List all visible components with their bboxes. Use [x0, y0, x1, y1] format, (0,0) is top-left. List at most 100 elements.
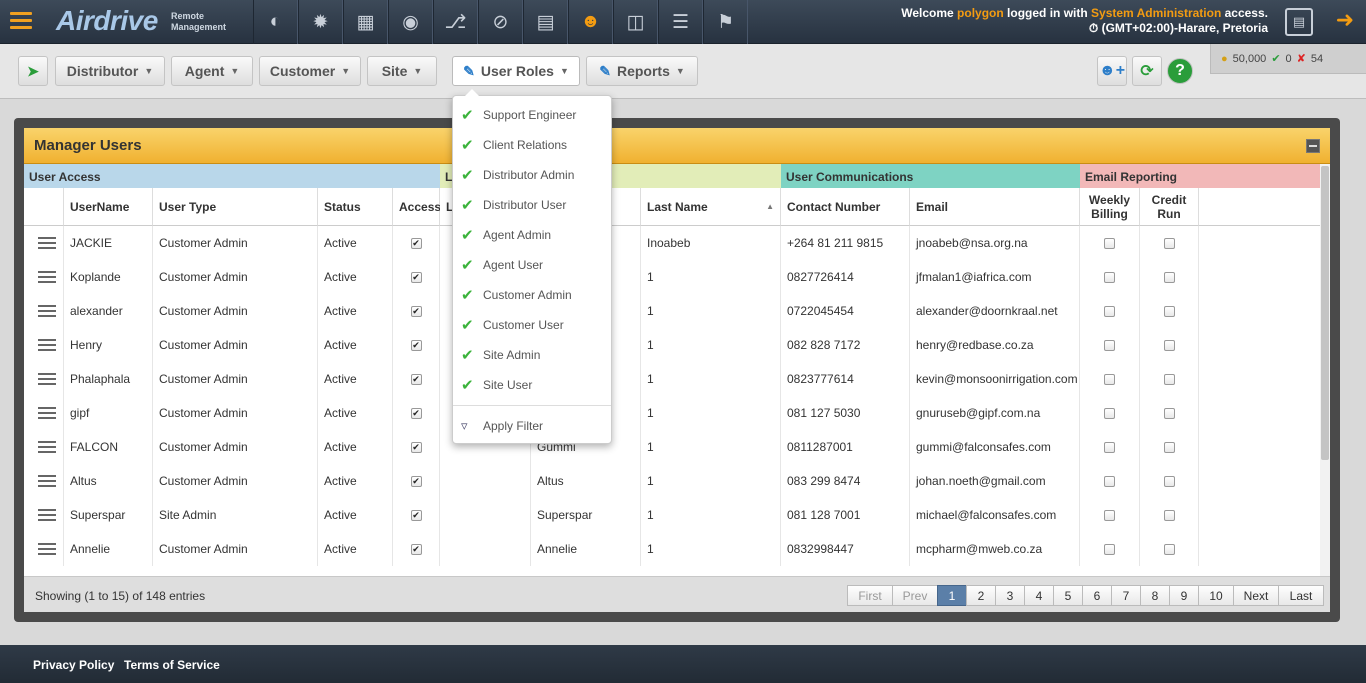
users-icon[interactable]: ☻	[568, 0, 613, 44]
document-icon[interactable]: ▤	[523, 0, 568, 44]
credit-run-checkbox[interactable]	[1163, 441, 1175, 453]
access-checkbox[interactable]: ✔	[410, 543, 422, 555]
apply-filter-item[interactable]: ▿ Apply Filter	[453, 411, 611, 441]
speedometer-icon[interactable]: ◐	[253, 0, 298, 44]
role-item-distributor-user[interactable]: ✔ Distributor User	[453, 190, 611, 220]
access-checkbox[interactable]: ✔	[410, 237, 422, 249]
header-status[interactable]: Status	[318, 188, 393, 226]
role-item-agent-user[interactable]: ✔ Agent User	[453, 250, 611, 280]
bell-icon[interactable]: ⚑	[703, 0, 748, 44]
row-menu-icon[interactable]	[24, 260, 64, 294]
table-row[interactable]: gipf Customer Admin Active ✔ 1 081 127 5030 gn…	[24, 396, 1320, 430]
table-row[interactable]: JACKIE Customer Admin Active ✔ Inoabeb +264 8…	[24, 226, 1320, 260]
page-2[interactable]: 2	[966, 585, 996, 606]
page-prev[interactable]: Prev	[892, 585, 938, 606]
user-roles-dropdown[interactable]: ✎ User Roles ▼	[452, 56, 580, 86]
table-row[interactable]: Koplande Customer Admin Active ✔ 1 0827726414…	[24, 260, 1320, 294]
access-checkbox[interactable]: ✔	[410, 407, 422, 419]
profile-card-icon[interactable]: ▤	[1285, 8, 1313, 36]
row-menu-icon[interactable]	[24, 464, 64, 498]
row-menu-icon[interactable]	[24, 328, 64, 362]
header-user-type[interactable]: User Type	[153, 188, 318, 226]
row-menu-icon[interactable]	[24, 362, 64, 396]
no-dollar-icon[interactable]: ⊘	[478, 0, 523, 44]
role-item-site-user[interactable]: ✔ Site User	[453, 370, 611, 400]
weekly-billing-checkbox[interactable]	[1104, 475, 1115, 487]
weekly-billing-checkbox[interactable]	[1104, 237, 1115, 249]
row-menu-icon[interactable]	[24, 294, 64, 328]
weekly-billing-checkbox[interactable]	[1104, 305, 1115, 317]
access-checkbox[interactable]: ✔	[410, 339, 422, 351]
privacy-policy-link[interactable]: Privacy Policy	[33, 658, 114, 672]
page-10[interactable]: 10	[1198, 585, 1234, 606]
table-row[interactable]: FALCON Customer Admin Active ✔ Gummi 1 0811287…	[24, 430, 1320, 464]
table-row[interactable]: Superspar Site Admin Active ✔ Superspar 1 081 …	[24, 498, 1320, 532]
help-icon[interactable]: ?	[1167, 58, 1193, 84]
table-row[interactable]: Henry Customer Admin Active ✔ 1 082 828 7172 h…	[24, 328, 1320, 362]
access-checkbox[interactable]: ✔	[410, 271, 422, 283]
role-item-support-engineer[interactable]: ✔ Support Engineer	[453, 100, 611, 130]
page-9[interactable]: 9	[1169, 585, 1199, 606]
add-user-icon[interactable]: ☻+	[1097, 56, 1127, 86]
hamburger-menu-icon[interactable]	[10, 12, 32, 32]
page-5[interactable]: 5	[1053, 585, 1083, 606]
page-4[interactable]: 4	[1024, 585, 1054, 606]
distributor-dropdown[interactable]: Distributor ▼	[55, 56, 165, 86]
credit-run-checkbox[interactable]	[1163, 407, 1175, 419]
table-row[interactable]: Altus Customer Admin Active ✔ Altus 1 083 299 …	[24, 464, 1320, 498]
page-first[interactable]: First	[847, 585, 893, 606]
book-icon[interactable]: ◫	[613, 0, 658, 44]
signpost-icon[interactable]: ➤	[18, 56, 48, 86]
eye-icon[interactable]: ◉	[388, 0, 433, 44]
role-item-distributor-admin[interactable]: ✔ Distributor Admin	[453, 160, 611, 190]
customer-dropdown[interactable]: Customer ▼	[259, 56, 361, 86]
credit-run-checkbox[interactable]	[1163, 509, 1175, 521]
table-row[interactable]: alexander Customer Admin Active ✔ 1 072204545…	[24, 294, 1320, 328]
minimize-icon[interactable]	[1306, 139, 1320, 153]
page-1[interactable]: 1	[937, 585, 967, 606]
page-7[interactable]: 7	[1111, 585, 1141, 606]
page-8[interactable]: 8	[1140, 585, 1170, 606]
page-3[interactable]: 3	[995, 585, 1025, 606]
weekly-billing-checkbox[interactable]	[1104, 339, 1115, 351]
page-last[interactable]: Last	[1278, 585, 1324, 606]
credit-run-checkbox[interactable]	[1163, 475, 1175, 487]
access-checkbox[interactable]: ✔	[410, 305, 422, 317]
weekly-billing-checkbox[interactable]	[1104, 441, 1115, 453]
weekly-billing-checkbox[interactable]	[1104, 407, 1115, 419]
gear-burst-icon[interactable]: ✹	[298, 0, 343, 44]
role-item-client-relations[interactable]: ✔ Client Relations	[453, 130, 611, 160]
weekly-billing-checkbox[interactable]	[1104, 271, 1115, 283]
page-6[interactable]: 6	[1082, 585, 1112, 606]
weekly-billing-checkbox[interactable]	[1104, 509, 1115, 521]
network-icon[interactable]: ⎇	[433, 0, 478, 44]
header-last-name[interactable]: Last Name ▲	[641, 188, 781, 226]
credit-run-checkbox[interactable]	[1163, 237, 1175, 249]
row-menu-icon[interactable]	[24, 498, 64, 532]
header-contact[interactable]: Contact Number	[781, 188, 910, 226]
role-item-agent-admin[interactable]: ✔ Agent Admin	[453, 220, 611, 250]
page-next[interactable]: Next	[1233, 585, 1279, 606]
access-checkbox[interactable]: ✔	[410, 373, 422, 385]
credit-run-checkbox[interactable]	[1163, 305, 1175, 317]
grid-icon[interactable]: ▦	[343, 0, 388, 44]
refresh-icon[interactable]: ⟳	[1132, 56, 1162, 86]
weekly-billing-checkbox[interactable]	[1104, 373, 1115, 385]
credit-run-checkbox[interactable]	[1163, 339, 1175, 351]
credit-run-checkbox[interactable]	[1163, 543, 1175, 555]
terms-link[interactable]: Terms of Service	[124, 658, 220, 672]
reports-dropdown[interactable]: ✎ Reports ▼	[586, 56, 698, 86]
access-checkbox[interactable]: ✔	[410, 441, 422, 453]
row-menu-icon[interactable]	[24, 396, 64, 430]
row-menu-icon[interactable]	[24, 430, 64, 464]
vertical-scrollbar[interactable]	[1320, 164, 1330, 576]
role-item-site-admin[interactable]: ✔ Site Admin	[453, 340, 611, 370]
list-icon[interactable]: ☰	[658, 0, 703, 44]
row-menu-icon[interactable]	[24, 226, 64, 260]
table-row[interactable]: Phalaphala Customer Admin Active ✔ 1 08237776…	[24, 362, 1320, 396]
table-row[interactable]: Annelie Customer Admin Active ✔ Annelie 1 0832…	[24, 532, 1320, 566]
role-item-customer-admin[interactable]: ✔ Customer Admin	[453, 280, 611, 310]
header-username[interactable]: UserName	[64, 188, 153, 226]
credit-run-checkbox[interactable]	[1163, 271, 1175, 283]
header-weekly-billing[interactable]: Weekly Billing	[1080, 188, 1140, 226]
